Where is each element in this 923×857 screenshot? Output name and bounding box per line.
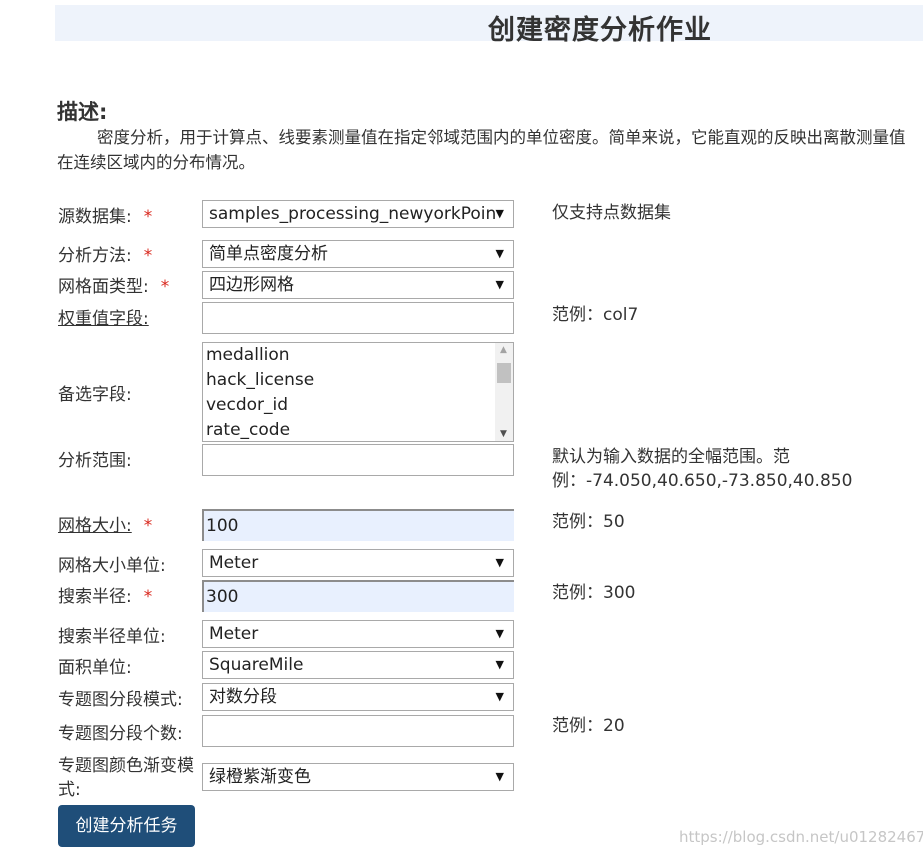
list-option[interactable]: medallion xyxy=(203,343,513,368)
description-text: 密度分析，用于计算点、线要素测量值在指定邻域范围内的单位密度。简单来说，它能直观… xyxy=(57,128,906,172)
source-dataset-value: samples_processing_newyorkPoin xyxy=(209,204,497,224)
list-option[interactable]: vecdor_id xyxy=(203,393,513,418)
radius-unit-select[interactable]: Meter ▼ xyxy=(202,620,514,648)
method-value: 简单点密度分析 xyxy=(209,244,328,264)
range-mode-select[interactable]: 对数分段 ▼ xyxy=(202,683,514,711)
required-mark: * xyxy=(143,587,153,607)
dropdown-arrow-icon: ▼ xyxy=(495,556,504,569)
dropdown-arrow-icon: ▼ xyxy=(495,690,504,703)
mesh-type-label: 网格面类型: * xyxy=(58,277,170,297)
radius-unit-value: Meter xyxy=(209,624,259,644)
radius-input[interactable]: 300 xyxy=(202,580,514,612)
scroll-down-icon[interactable]: ▼ xyxy=(500,429,507,439)
color-gradient-value: 绿橙紫渐变色 xyxy=(209,767,311,787)
color-gradient-select[interactable]: 绿橙紫渐变色 ▼ xyxy=(202,763,514,791)
required-mark: * xyxy=(143,516,153,536)
area-unit-label: 面积单位: xyxy=(58,658,132,678)
description-heading: 描述: xyxy=(57,100,108,124)
dropdown-arrow-icon: ▼ xyxy=(495,658,504,671)
bounds-hint: 默认为输入数据的全幅范围。范 例：-74.050,40.650,-73.850,… xyxy=(552,445,852,493)
mesh-type-select[interactable]: 四边形网格 ▼ xyxy=(202,271,514,299)
bounds-hint-line: 默认为输入数据的全幅范围。范 xyxy=(552,447,790,467)
bounds-input[interactable] xyxy=(202,444,514,476)
dropdown-arrow-icon: ▼ xyxy=(495,770,504,783)
radius-label: 搜索半径: * xyxy=(58,587,153,607)
scrollbar-thumb[interactable] xyxy=(497,363,511,383)
required-mark: * xyxy=(160,277,170,297)
list-option[interactable]: hack_license xyxy=(203,368,513,393)
source-dataset-select[interactable]: samples_processing_newyorkPoin ▼ xyxy=(202,200,514,228)
range-count-label: 专题图分段个数: xyxy=(58,724,183,744)
color-gradient-label-line: 专题图颜色渐变模 xyxy=(58,756,194,776)
method-select[interactable]: 简单点密度分析 ▼ xyxy=(202,240,514,268)
candidate-fields-label: 备选字段: xyxy=(58,385,132,405)
mesh-size-unit-label: 网格大小单位: xyxy=(58,556,166,576)
create-task-button[interactable]: 创建分析任务 xyxy=(58,805,195,847)
scroll-up-icon[interactable]: ▲ xyxy=(500,345,507,355)
dropdown-arrow-icon: ▼ xyxy=(495,247,504,260)
mesh-size-hint: 范例：50 xyxy=(552,512,625,532)
dropdown-arrow-icon: ▼ xyxy=(495,207,504,220)
weight-field-hint: 范例：col7 xyxy=(552,305,639,325)
required-mark: * xyxy=(143,207,153,227)
title-bar: 创建密度分析作业 xyxy=(55,5,923,46)
source-dataset-label: 源数据集: * xyxy=(58,207,153,227)
area-unit-select[interactable]: SquareMile ▼ xyxy=(202,651,514,679)
range-mode-label: 专题图分段模式: xyxy=(58,690,183,710)
dropdown-arrow-icon: ▼ xyxy=(495,627,504,640)
range-count-hint: 范例：20 xyxy=(552,716,625,736)
bounds-label: 分析范围: xyxy=(58,451,132,471)
mesh-size-label[interactable]: 网格大小: * xyxy=(58,511,152,536)
watermark-text: https://blog.csdn.net/u012824671 xyxy=(679,828,923,846)
listbox-scrollbar[interactable]: ▲ ▼ xyxy=(495,343,513,441)
range-count-input[interactable] xyxy=(202,715,514,747)
mesh-size-unit-select[interactable]: Meter ▼ xyxy=(202,549,514,577)
candidate-fields-listbox[interactable]: medallion hack_license vecdor_id rate_co… xyxy=(202,342,514,442)
mesh-size-input[interactable]: 100 xyxy=(202,509,514,541)
page-title: 创建密度分析作业 xyxy=(488,15,712,46)
radius-hint: 范例：300 xyxy=(552,583,636,603)
color-gradient-label: 专题图颜色渐变模 式: xyxy=(58,754,194,802)
required-mark: * xyxy=(143,246,153,266)
weight-field-input[interactable] xyxy=(202,302,514,334)
dropdown-arrow-icon: ▼ xyxy=(495,278,504,291)
source-dataset-hint: 仅支持点数据集 xyxy=(552,203,671,223)
color-gradient-label-line: 式: xyxy=(58,780,81,800)
method-label: 分析方法: * xyxy=(58,246,153,266)
weight-field-label[interactable]: 权重值字段: xyxy=(58,304,149,329)
list-option[interactable]: rate_code xyxy=(203,418,513,441)
bounds-hint-line: 例：-74.050,40.650,-73.850,40.850 xyxy=(552,471,853,491)
mesh-size-unit-value: Meter xyxy=(209,553,259,573)
mesh-type-value: 四边形网格 xyxy=(209,275,294,295)
range-mode-value: 对数分段 xyxy=(209,687,277,707)
radius-unit-label: 搜索半径单位: xyxy=(58,627,166,647)
area-unit-value: SquareMile xyxy=(209,655,304,675)
